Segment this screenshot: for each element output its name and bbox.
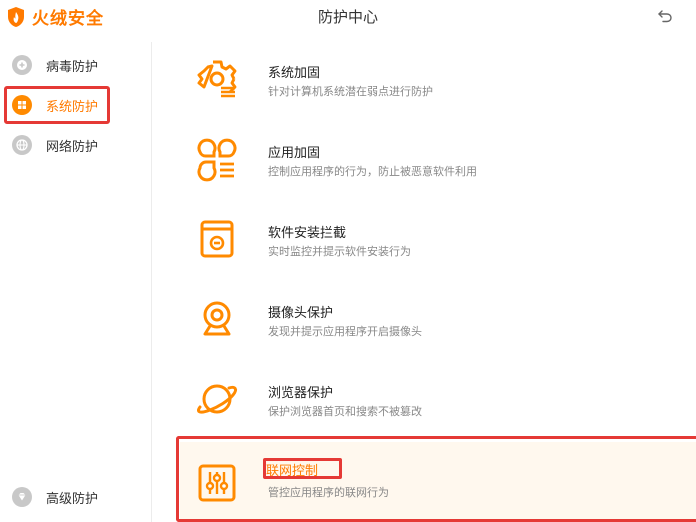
title-bar: 火绒安全 防护中心 bbox=[0, 0, 696, 32]
sidebar-item-label: 网络防护 bbox=[46, 139, 99, 155]
highlight-box-row bbox=[176, 436, 696, 522]
feature-title: 系统加固 bbox=[268, 66, 321, 81]
webcam-icon bbox=[203, 301, 231, 336]
window-title: 防护中心 bbox=[317, 9, 378, 26]
feature-browser-protection[interactable]: 浏览器保护 保护浏览器首页和搜索不被篡改 bbox=[180, 362, 696, 442]
feature-desc: 针对计算机系统潜在弱点进行防护 bbox=[268, 85, 433, 98]
sidebar-item-advanced[interactable]: 高级防护 bbox=[12, 486, 98, 508]
feature-desc: 控制应用程序的行为，防止被恶意软件利用 bbox=[268, 165, 477, 178]
feature-title: 应用加固 bbox=[268, 146, 321, 161]
app-grid-icon bbox=[197, 138, 237, 182]
sidebar-item-virus[interactable]: 病毒防护 bbox=[12, 54, 98, 76]
sidebar-item-network[interactable]: 网络防护 bbox=[12, 134, 98, 156]
back-arrow-icon[interactable] bbox=[654, 5, 676, 27]
diamond-icon bbox=[12, 487, 32, 507]
sidebar-item-label: 病毒防护 bbox=[46, 59, 99, 75]
feature-title: 摄像头保护 bbox=[268, 306, 334, 321]
install-block-icon bbox=[200, 220, 234, 258]
sidebar-item-label: 高级防护 bbox=[46, 491, 99, 507]
feature-desc: 保护浏览器首页和搜索不被篡改 bbox=[268, 405, 422, 418]
feature-app-hardening[interactable]: 应用加固 控制应用程序的行为，防止被恶意软件利用 bbox=[180, 122, 696, 202]
highlight-box-sidebar bbox=[4, 86, 110, 124]
highlight-box-title bbox=[263, 458, 342, 479]
feature-title: 浏览器保护 bbox=[268, 386, 334, 401]
feature-install-block[interactable]: 软件安装拦截 实时监控并提示软件安装行为 bbox=[180, 202, 696, 282]
feature-desc: 实时监控并提示软件安装行为 bbox=[268, 245, 411, 258]
feature-webcam-protection[interactable]: 摄像头保护 发现并提示应用程序开启摄像头 bbox=[180, 282, 696, 362]
feature-system-hardening[interactable]: 系统加固 针对计算机系统潜在弱点进行防护 bbox=[180, 42, 696, 122]
plus-circle-icon bbox=[12, 55, 32, 75]
feature-title: 软件安装拦截 bbox=[268, 226, 347, 241]
planet-icon bbox=[197, 384, 238, 414]
feature-desc: 发现并提示应用程序开启摄像头 bbox=[268, 325, 422, 338]
gear-shield-icon bbox=[197, 60, 237, 98]
globe-icon bbox=[12, 135, 32, 155]
